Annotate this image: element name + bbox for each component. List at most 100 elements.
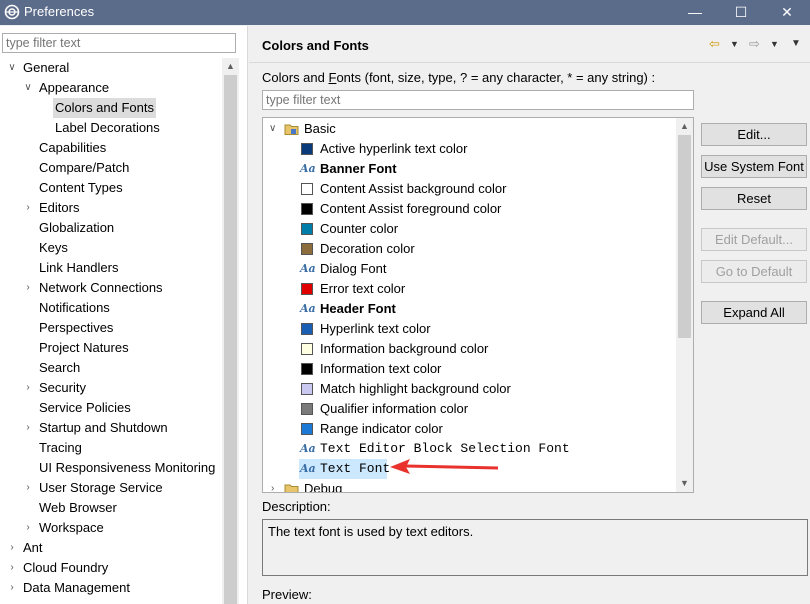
- tree-item[interactable]: Search: [0, 358, 220, 378]
- chevron-right-icon[interactable]: ›: [22, 418, 34, 438]
- expand-all-button[interactable]: Expand All: [701, 301, 807, 324]
- chevron-right-icon[interactable]: ›: [22, 278, 34, 298]
- forward-dropdown-icon[interactable]: ▼: [770, 36, 779, 52]
- color-font-item-label: Information text color: [320, 361, 442, 376]
- color-font-item[interactable]: Active hyperlink text color: [263, 139, 675, 159]
- maximize-button[interactable]: ☐: [718, 0, 764, 25]
- colors-filter-input[interactable]: [262, 90, 694, 110]
- tree-item[interactable]: › Workspace: [0, 518, 220, 538]
- scroll-down-arrow-icon[interactable]: ▼: [676, 475, 693, 492]
- tree-item[interactable]: › Startup and Shutdown: [0, 418, 220, 438]
- tree-item-label: Data Management: [23, 580, 130, 595]
- tree-item[interactable]: Colors and Fonts: [0, 98, 220, 118]
- chevron-down-icon[interactable]: ∨: [6, 58, 18, 78]
- page-title: Colors and Fonts: [262, 38, 369, 53]
- color-font-item[interactable]: Content Assist background color: [263, 179, 675, 199]
- color-font-item-label: Header Font: [320, 301, 396, 316]
- reset-button[interactable]: Reset: [701, 187, 807, 210]
- color-font-item[interactable]: Aa Header Font: [263, 299, 675, 319]
- go-to-default-button[interactable]: Go to Default: [701, 260, 807, 283]
- tree-item[interactable]: › User Storage Service: [0, 478, 220, 498]
- category-debug-label: Debug: [304, 481, 343, 493]
- tree-item[interactable]: UI Responsiveness Monitoring: [0, 458, 220, 478]
- tree-item-label: Editors: [39, 200, 80, 215]
- tree-item[interactable]: Service Policies: [0, 398, 220, 418]
- view-menu-icon[interactable]: ▼: [791, 36, 801, 52]
- tree-item[interactable]: Web Browser: [0, 498, 220, 518]
- tree-item[interactable]: ∨ Appearance: [0, 78, 220, 98]
- color-font-item[interactable]: Qualifier information color: [263, 399, 675, 419]
- tree-item[interactable]: Globalization: [0, 218, 220, 238]
- close-button[interactable]: ✕: [764, 0, 810, 25]
- tree-item[interactable]: Project Natures: [0, 338, 220, 358]
- color-font-item[interactable]: Information text color: [263, 359, 675, 379]
- color-font-item[interactable]: Aa Text Editor Block Selection Font: [263, 439, 675, 459]
- chevron-down-icon[interactable]: ∨: [22, 78, 34, 98]
- chevron-right-icon[interactable]: ›: [22, 478, 34, 498]
- font-icon: Aa: [300, 462, 316, 475]
- tree-item[interactable]: Keys: [0, 238, 220, 258]
- color-swatch-icon: [301, 283, 313, 295]
- edit-default-button[interactable]: Edit Default...: [701, 228, 807, 251]
- tree-item[interactable]: › Cloud Foundry: [0, 558, 220, 578]
- chevron-right-icon[interactable]: ›: [6, 578, 18, 598]
- tree-scrollbar[interactable]: ▲: [222, 58, 239, 604]
- back-arrow-icon[interactable]: ⇦: [709, 36, 720, 52]
- tree-scroll-thumb[interactable]: [224, 75, 237, 604]
- color-font-item[interactable]: Aa Dialog Font: [263, 259, 675, 279]
- minimize-button[interactable]: —: [672, 0, 718, 25]
- color-font-item[interactable]: Decoration color: [263, 239, 675, 259]
- chevron-right-icon[interactable]: ›: [22, 378, 34, 398]
- tree-item[interactable]: › Data Management: [0, 578, 220, 598]
- chevron-right-icon[interactable]: ›: [6, 558, 18, 578]
- color-swatch-icon: [301, 383, 313, 395]
- color-font-item[interactable]: Content Assist foreground color: [263, 199, 675, 219]
- color-font-item[interactable]: Information background color: [263, 339, 675, 359]
- scroll-up-arrow-icon[interactable]: ▲: [222, 58, 239, 75]
- scroll-up-arrow-icon[interactable]: ▲: [676, 118, 693, 135]
- color-font-item[interactable]: Aa Text Font: [263, 459, 675, 479]
- category-basic-label: Basic: [304, 121, 336, 136]
- colors-fonts-label: Colors and Fonts (font, size, type, ? = …: [262, 70, 656, 85]
- tree-item[interactable]: › Editors: [0, 198, 220, 218]
- tree-item-label: Startup and Shutdown: [39, 420, 168, 435]
- category-debug[interactable]: › Debug: [263, 479, 675, 493]
- tree-item[interactable]: Capabilities: [0, 138, 220, 158]
- chevron-right-icon[interactable]: ›: [6, 538, 18, 558]
- color-font-item[interactable]: Error text color: [263, 279, 675, 299]
- forward-arrow-icon[interactable]: ⇨: [749, 36, 760, 52]
- color-font-item[interactable]: Hyperlink text color: [263, 319, 675, 339]
- color-font-item[interactable]: Counter color: [263, 219, 675, 239]
- color-font-item-label: Error text color: [320, 281, 406, 296]
- description-label: Description:: [262, 499, 331, 514]
- tree-item-label: Cloud Foundry: [23, 560, 109, 575]
- color-font-item[interactable]: Aa Banner Font: [263, 159, 675, 179]
- back-dropdown-icon[interactable]: ▼: [730, 36, 739, 52]
- tree-item[interactable]: Link Handlers: [0, 258, 220, 278]
- tree-item[interactable]: Content Types: [0, 178, 220, 198]
- tree-item[interactable]: › Ant: [0, 538, 220, 558]
- chevron-right-icon[interactable]: ›: [22, 198, 34, 218]
- tree-filter-input[interactable]: [2, 33, 236, 53]
- chevron-down-icon[interactable]: ∨: [269, 119, 276, 139]
- tree-item[interactable]: › Security: [0, 378, 220, 398]
- tree-item[interactable]: Perspectives: [0, 318, 220, 338]
- color-font-item[interactable]: Match highlight background color: [263, 379, 675, 399]
- category-basic[interactable]: ∨ Basic: [263, 119, 675, 139]
- description-box: The text font is used by text editors.: [262, 519, 808, 576]
- list-scrollbar[interactable]: ▲ ▼: [676, 118, 693, 492]
- colors-fonts-page: Colors and Fonts ⇦ ▼ ⇨ ▼ ▼ Colors and Fo…: [249, 26, 810, 604]
- tree-item[interactable]: › Network Connections: [0, 278, 220, 298]
- tree-item[interactable]: Compare/Patch: [0, 158, 220, 178]
- chevron-right-icon[interactable]: ›: [271, 479, 274, 492]
- use-system-font-button[interactable]: Use System Font: [701, 155, 807, 178]
- color-font-item-label: Qualifier information color: [320, 401, 469, 416]
- tree-item[interactable]: Tracing: [0, 438, 220, 458]
- tree-item[interactable]: Notifications: [0, 298, 220, 318]
- tree-item[interactable]: ∨ General: [0, 58, 220, 78]
- color-font-item[interactable]: Range indicator color: [263, 419, 675, 439]
- edit-button[interactable]: Edit...: [701, 123, 807, 146]
- list-scroll-thumb[interactable]: [678, 135, 691, 338]
- chevron-right-icon[interactable]: ›: [22, 518, 34, 538]
- tree-item[interactable]: Label Decorations: [0, 118, 220, 138]
